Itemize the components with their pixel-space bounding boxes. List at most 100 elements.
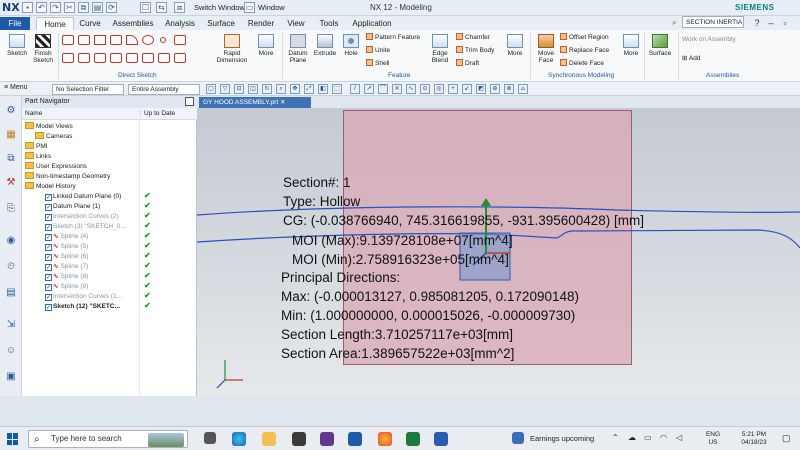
offset-region-button[interactable]: Offset Region	[560, 33, 620, 42]
cloud-icon[interactable]: ☁	[628, 433, 636, 442]
tree-row[interactable]: ✓ Sketch (12) "SKETC...	[22, 302, 197, 312]
pattern-curve-icon[interactable]	[142, 53, 154, 63]
volume-icon[interactable]: ◁	[676, 433, 682, 442]
make-corner-icon[interactable]	[110, 53, 122, 63]
snap-quadrant-icon[interactable]: ◎	[434, 84, 444, 94]
tree-row[interactable]: ✓ Sketch (3) "SKETCH_0...	[22, 222, 197, 232]
mirror-curve-icon[interactable]	[126, 53, 138, 63]
snap-pole-icon[interactable]: ⊗	[504, 84, 514, 94]
tree-row[interactable]: ✓ ∿ Spline (9)	[22, 282, 197, 292]
snap-icon[interactable]: ⊡	[234, 84, 244, 94]
tree-row[interactable]: Model Views	[22, 122, 197, 132]
roles-icon[interactable]: ☺	[4, 344, 18, 358]
surface-button[interactable]: Surface	[646, 34, 674, 57]
command-finder-field[interactable]: SECTION INERTIA	[682, 16, 744, 28]
tree-row[interactable]: ✓ ∿ Spline (5)	[22, 242, 197, 252]
tab-home[interactable]: Home	[36, 17, 74, 30]
datum-plane-button[interactable]: Datum Plane	[286, 34, 310, 64]
help-icon[interactable]: ?	[750, 17, 764, 30]
chamfer-button[interactable]: Chamfer	[456, 33, 506, 42]
edge-blend-button[interactable]: Edge Blend	[428, 34, 452, 64]
tab-assemblies[interactable]: Assemblies	[110, 17, 156, 30]
tab-view[interactable]: View	[284, 17, 308, 30]
tree-row[interactable]: ✓ ∿ Spline (8)	[22, 272, 197, 282]
snap-point-on-curve-icon[interactable]: ↙	[462, 84, 472, 94]
assembly-scope-dropdown[interactable]: Entire Assembly	[128, 84, 200, 95]
undo-icon[interactable]: ↶	[36, 2, 47, 13]
chevron-up-icon[interactable]: ⌃	[612, 433, 619, 442]
tab-surface[interactable]: Surface	[204, 17, 238, 30]
snap-midpoint-icon[interactable]: ↗	[364, 84, 374, 94]
store-icon[interactable]	[292, 432, 306, 446]
pattern-feature-button[interactable]: Pattern Feature	[366, 33, 426, 42]
profile-icon[interactable]	[62, 35, 74, 45]
snap-arc-icon[interactable]: ⌓	[518, 84, 528, 94]
paste-icon[interactable]: ▤	[92, 2, 103, 13]
studio-spline-icon[interactable]	[174, 35, 186, 45]
pan-icon[interactable]: ✥	[290, 84, 300, 94]
circle-icon[interactable]	[142, 35, 154, 45]
sketch-more-button[interactable]: More	[255, 34, 277, 57]
part-file-tab[interactable]: GY HOOD ASSEMBLY.prt ✕	[199, 97, 311, 108]
polygon-icon[interactable]	[174, 53, 186, 63]
move-face-button[interactable]: Move Face	[534, 34, 558, 64]
offset-curve-icon[interactable]	[62, 53, 74, 63]
web-browser-icon[interactable]: ◉	[4, 234, 18, 248]
column-uptodate-header[interactable]: Up to Date	[140, 110, 175, 117]
system-scenes-icon[interactable]: ▣	[4, 370, 18, 384]
add-button[interactable]: ⊞ Add	[682, 54, 700, 62]
rotate-icon[interactable]: ↻	[262, 84, 272, 94]
snap-point-on-face-icon[interactable]: ◩	[476, 84, 486, 94]
filter-icon[interactable]: ▽	[220, 84, 230, 94]
tree-row[interactable]: PMI	[22, 142, 197, 152]
clock[interactable]: 5:21 PM 04/18/23	[734, 431, 774, 447]
repeat-command-icon[interactable]: ⟳	[106, 2, 117, 13]
edge-browser-icon[interactable]	[232, 432, 246, 446]
windows-start-icon[interactable]	[7, 433, 19, 445]
tree-row[interactable]: Model History	[22, 182, 197, 192]
assembly-navigator-icon[interactable]: ▦	[4, 128, 18, 142]
tree-row[interactable]: User Expressions	[22, 162, 197, 172]
toggle-icon[interactable]: ⇆	[156, 2, 167, 13]
reuse-library-icon[interactable]: ⎘	[4, 202, 18, 216]
search-highlight-image[interactable]	[148, 433, 184, 447]
news-widget[interactable]: Earnings upcoming	[530, 434, 594, 443]
snap-existing-point-icon[interactable]: +	[448, 84, 458, 94]
language-indicator[interactable]: ENG US	[700, 431, 726, 447]
touch-mode-icon[interactable]: ☐	[140, 2, 151, 13]
constraint-navigator-icon[interactable]: ⚒	[4, 176, 18, 190]
sync-more-button[interactable]: More	[620, 34, 642, 57]
maximize-panel-icon[interactable]	[185, 97, 194, 106]
graphics-window[interactable]: Section#: 1 Type: Hollow CG: (-0.0387669…	[197, 108, 800, 396]
search-command-icon[interactable]: ⌕	[672, 18, 676, 28]
tree-row[interactable]: ✓ Intersection Curves (1...	[22, 292, 197, 302]
zoom-icon[interactable]: ⌕	[276, 84, 286, 94]
shell-button[interactable]: Shell	[366, 59, 426, 68]
system-materials-icon[interactable]: ▤	[4, 286, 18, 300]
tree-row[interactable]: ✓ ∿ Spline (7)	[22, 262, 197, 272]
switch-window-icon[interactable]: ⧈	[174, 2, 185, 13]
copy-icon[interactable]: ⧉	[78, 2, 89, 13]
nx-app-icon[interactable]	[348, 432, 362, 446]
maximize-icon[interactable]: ▫	[778, 17, 792, 30]
feature-more-button[interactable]: More	[504, 34, 526, 57]
notification-icon[interactable]: ▢	[782, 433, 791, 444]
trim-body-button[interactable]: Trim Body	[456, 46, 506, 55]
tab-file[interactable]: File	[0, 17, 30, 30]
snap-control-icon[interactable]: ⌒	[378, 84, 388, 94]
menu-button[interactable]: ≡ Menu	[4, 84, 28, 91]
tab-curve[interactable]: Curve	[78, 17, 102, 30]
line-icon[interactable]	[78, 35, 90, 45]
history-icon[interactable]: ⏲	[4, 260, 18, 274]
delete-face-button[interactable]: Delete Face	[560, 59, 620, 68]
task-view-icon[interactable]	[204, 432, 216, 444]
finish-sketch-button[interactable]: Finish Sketch	[30, 34, 56, 64]
minimize-icon[interactable]: –	[764, 17, 778, 30]
work-on-assembly-button[interactable]: Work on Assembly	[682, 36, 736, 43]
constraint-icon[interactable]	[158, 53, 170, 63]
select-icon[interactable]: ▢	[206, 84, 216, 94]
tree-row[interactable]: Cameras	[22, 132, 197, 142]
tab-application[interactable]: Application	[350, 17, 394, 30]
part-navigator-icon[interactable]: ⧉	[4, 152, 18, 166]
tree-row[interactable]: ✓ ∿ Spline (6)	[22, 252, 197, 262]
